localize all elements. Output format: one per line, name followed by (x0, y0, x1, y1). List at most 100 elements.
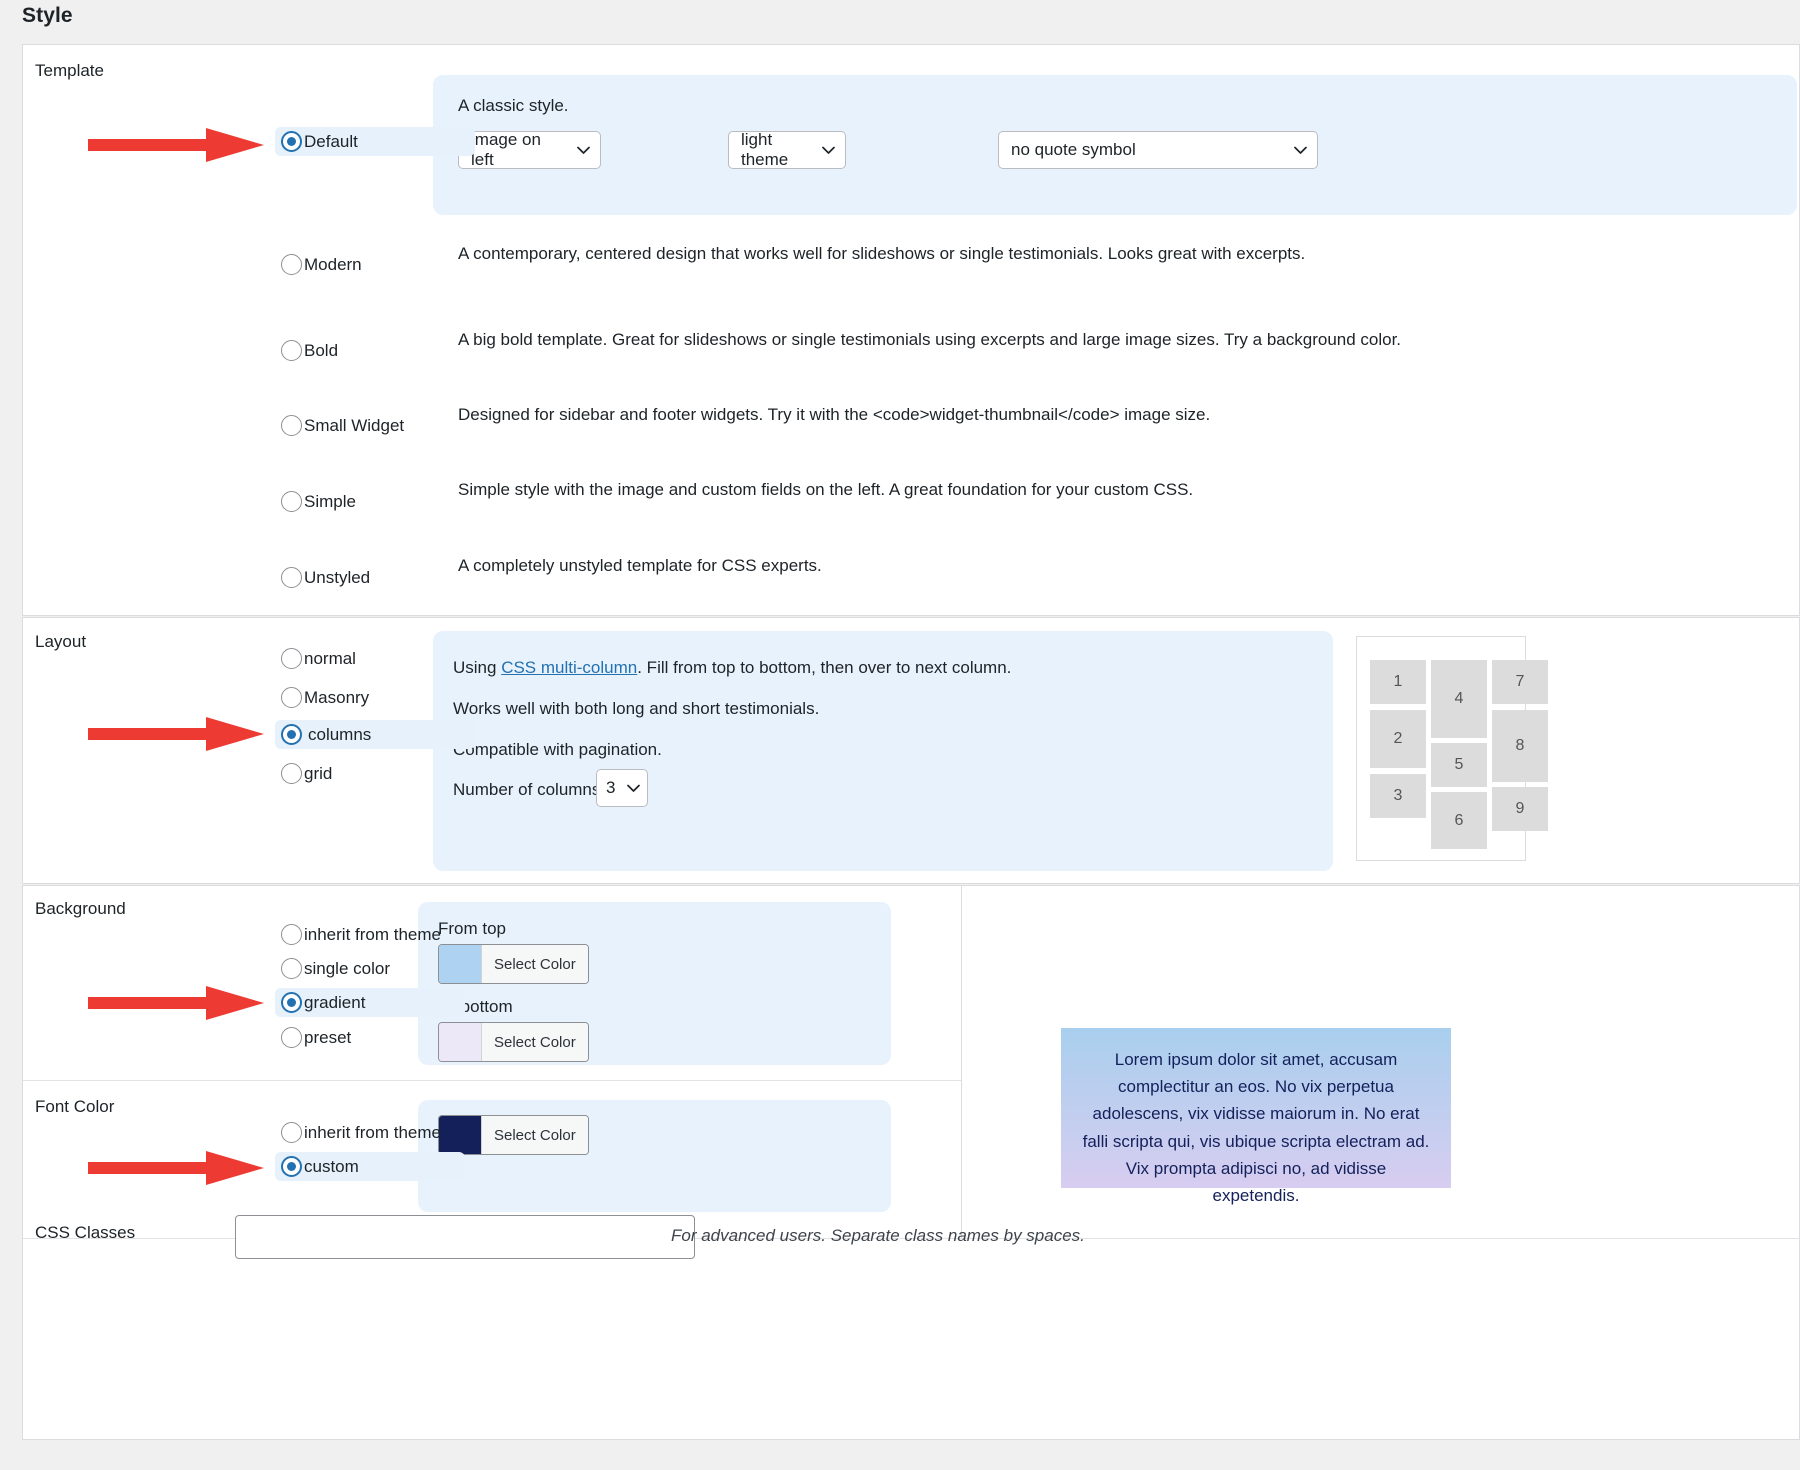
layout-option-grid[interactable]: grid (275, 759, 342, 788)
layout-option-masonry-label: Masonry (304, 689, 369, 706)
template-option-small-widget-label: Small Widget (304, 417, 404, 434)
preview-text: Lorem ipsum dolor sit amet, accusam comp… (1083, 1050, 1430, 1205)
number-of-columns-value: 3 (606, 778, 615, 798)
layout-description-line1: Using CSS multi-column. Fill from top to… (453, 655, 1011, 681)
radio-single-color[interactable] (281, 958, 302, 979)
radio-simple[interactable] (281, 491, 302, 512)
quote-symbol-value: no quote symbol (1011, 140, 1136, 160)
radio-grid[interactable] (281, 763, 302, 784)
template-small-widget-description: Designed for sidebar and footer widgets.… (458, 402, 1708, 428)
template-unstyled-description: A completely unstyled template for CSS e… (458, 553, 1708, 579)
radio-font-inherit-from-theme[interactable] (281, 1122, 302, 1143)
background-section-label: Background (35, 899, 126, 919)
background-option-gradient[interactable]: gradient (275, 988, 465, 1017)
image-position-select[interactable]: image on left (458, 131, 601, 169)
preview-cell: 3 (1370, 774, 1426, 818)
style-settings-page: Style Template A classic style. image on… (0, 0, 1800, 1470)
from-top-color-picker[interactable]: Select Color (438, 944, 589, 984)
layout-description-line2: Works well with both long and short test… (453, 696, 819, 722)
background-option-preset-label: preset (304, 1029, 351, 1046)
radio-normal[interactable] (281, 648, 302, 669)
css-classes-label: CSS Classes (35, 1223, 135, 1243)
number-of-columns-label: Number of columns (453, 777, 600, 803)
to-bottom-color-swatch (439, 1023, 482, 1061)
radio-columns[interactable] (281, 724, 302, 745)
radio-masonry[interactable] (281, 687, 302, 708)
template-option-default-label: Default (304, 133, 358, 150)
template-option-default[interactable]: Default (275, 127, 475, 156)
radio-font-custom[interactable] (281, 1156, 302, 1177)
layout-option-normal[interactable]: normal (275, 644, 366, 673)
page-title: Style (22, 4, 73, 28)
template-option-unstyled[interactable]: Unstyled (275, 563, 380, 592)
font-color-option-custom-label: custom (304, 1158, 359, 1175)
preview-cell: 7 (1492, 660, 1548, 704)
css-classes-input[interactable] (235, 1215, 695, 1259)
template-option-modern[interactable]: Modern (275, 250, 372, 279)
template-option-bold[interactable]: Bold (275, 336, 348, 365)
from-top-color-swatch (439, 945, 482, 983)
background-option-inherit-label: inherit from theme (304, 926, 441, 943)
layout-option-masonry[interactable]: Masonry (275, 683, 379, 712)
layout-option-columns-label: columns (308, 726, 371, 743)
background-option-inherit[interactable]: inherit from theme (275, 920, 451, 949)
template-section-label: Template (35, 61, 104, 81)
style-preview-card: Lorem ipsum dolor sit amet, accusam comp… (1061, 1028, 1451, 1188)
background-option-preset[interactable]: preset (275, 1023, 361, 1052)
background-gradient-infobox: From top Select Color To bottom Select C… (418, 902, 891, 1065)
preview-divider (961, 886, 962, 1238)
to-bottom-select-color-label: Select Color (482, 1023, 588, 1061)
template-option-simple-label: Simple (304, 493, 356, 510)
radio-unstyled[interactable] (281, 567, 302, 588)
font-color-picker[interactable]: Select Color (438, 1115, 589, 1155)
layout-desc-prefix: Using (453, 658, 501, 677)
preview-cell: 1 (1370, 660, 1426, 704)
chevron-down-icon (627, 784, 640, 793)
chevron-down-icon (822, 146, 835, 155)
to-bottom-color-picker[interactable]: Select Color (438, 1022, 589, 1062)
preview-cell: 8 (1492, 710, 1548, 782)
template-default-infobox: A classic style. image on left light the… (433, 75, 1797, 215)
template-modern-description: A contemporary, centered design that wor… (458, 241, 1658, 267)
template-bold-description: A big bold template. Great for slideshow… (458, 327, 1708, 353)
preview-cell: 9 (1492, 787, 1548, 831)
image-position-value: image on left (471, 130, 567, 170)
radio-preset[interactable] (281, 1027, 302, 1048)
css-multi-column-link[interactable]: CSS multi-column (501, 658, 637, 677)
template-option-simple[interactable]: Simple (275, 487, 366, 516)
font-color-option-custom[interactable]: custom (275, 1152, 465, 1181)
layout-option-columns[interactable]: columns (275, 720, 475, 749)
font-color-option-inherit[interactable]: inherit from theme (275, 1118, 451, 1147)
template-simple-description: Simple style with the image and custom f… (458, 477, 1708, 503)
preview-cell: 6 (1431, 792, 1487, 849)
preview-cell: 2 (1370, 710, 1426, 768)
number-of-columns-select[interactable]: 3 (596, 769, 648, 807)
radio-modern[interactable] (281, 254, 302, 275)
layout-section-label: Layout (35, 632, 86, 652)
radio-bold[interactable] (281, 340, 302, 361)
layout-desc-suffix: . Fill from top to bottom, then over to … (637, 658, 1011, 677)
font-color-infobox: Select Color (418, 1100, 891, 1212)
theme-value: light theme (741, 130, 812, 170)
layout-description-line3: Compatible with pagination. (453, 737, 662, 763)
font-color-option-inherit-label: inherit from theme (304, 1124, 441, 1141)
background-option-gradient-label: gradient (304, 994, 365, 1011)
layout-section: Layout Using CSS multi-column. Fill from… (22, 617, 1800, 884)
radio-gradient[interactable] (281, 992, 302, 1013)
preview-cell: 5 (1431, 743, 1487, 787)
template-option-bold-label: Bold (304, 342, 338, 359)
radio-inherit-from-theme[interactable] (281, 924, 302, 945)
radio-small-widget[interactable] (281, 415, 302, 436)
quote-symbol-select[interactable]: no quote symbol (998, 131, 1318, 169)
preview-cell: 4 (1431, 660, 1487, 738)
radio-default[interactable] (281, 131, 302, 152)
theme-select[interactable]: light theme (728, 131, 846, 169)
layout-infobox: Using CSS multi-column. Fill from top to… (433, 631, 1333, 871)
font-color-section-label: Font Color (35, 1097, 114, 1117)
background-divider (23, 1080, 961, 1081)
chevron-down-icon (1294, 146, 1307, 155)
template-option-small-widget[interactable]: Small Widget (275, 411, 414, 440)
appearance-section: Background From top Select Color To bott… (22, 885, 1800, 1440)
background-option-single-color[interactable]: single color (275, 954, 400, 983)
css-classes-hint: For advanced users. Separate class names… (671, 1226, 1085, 1246)
